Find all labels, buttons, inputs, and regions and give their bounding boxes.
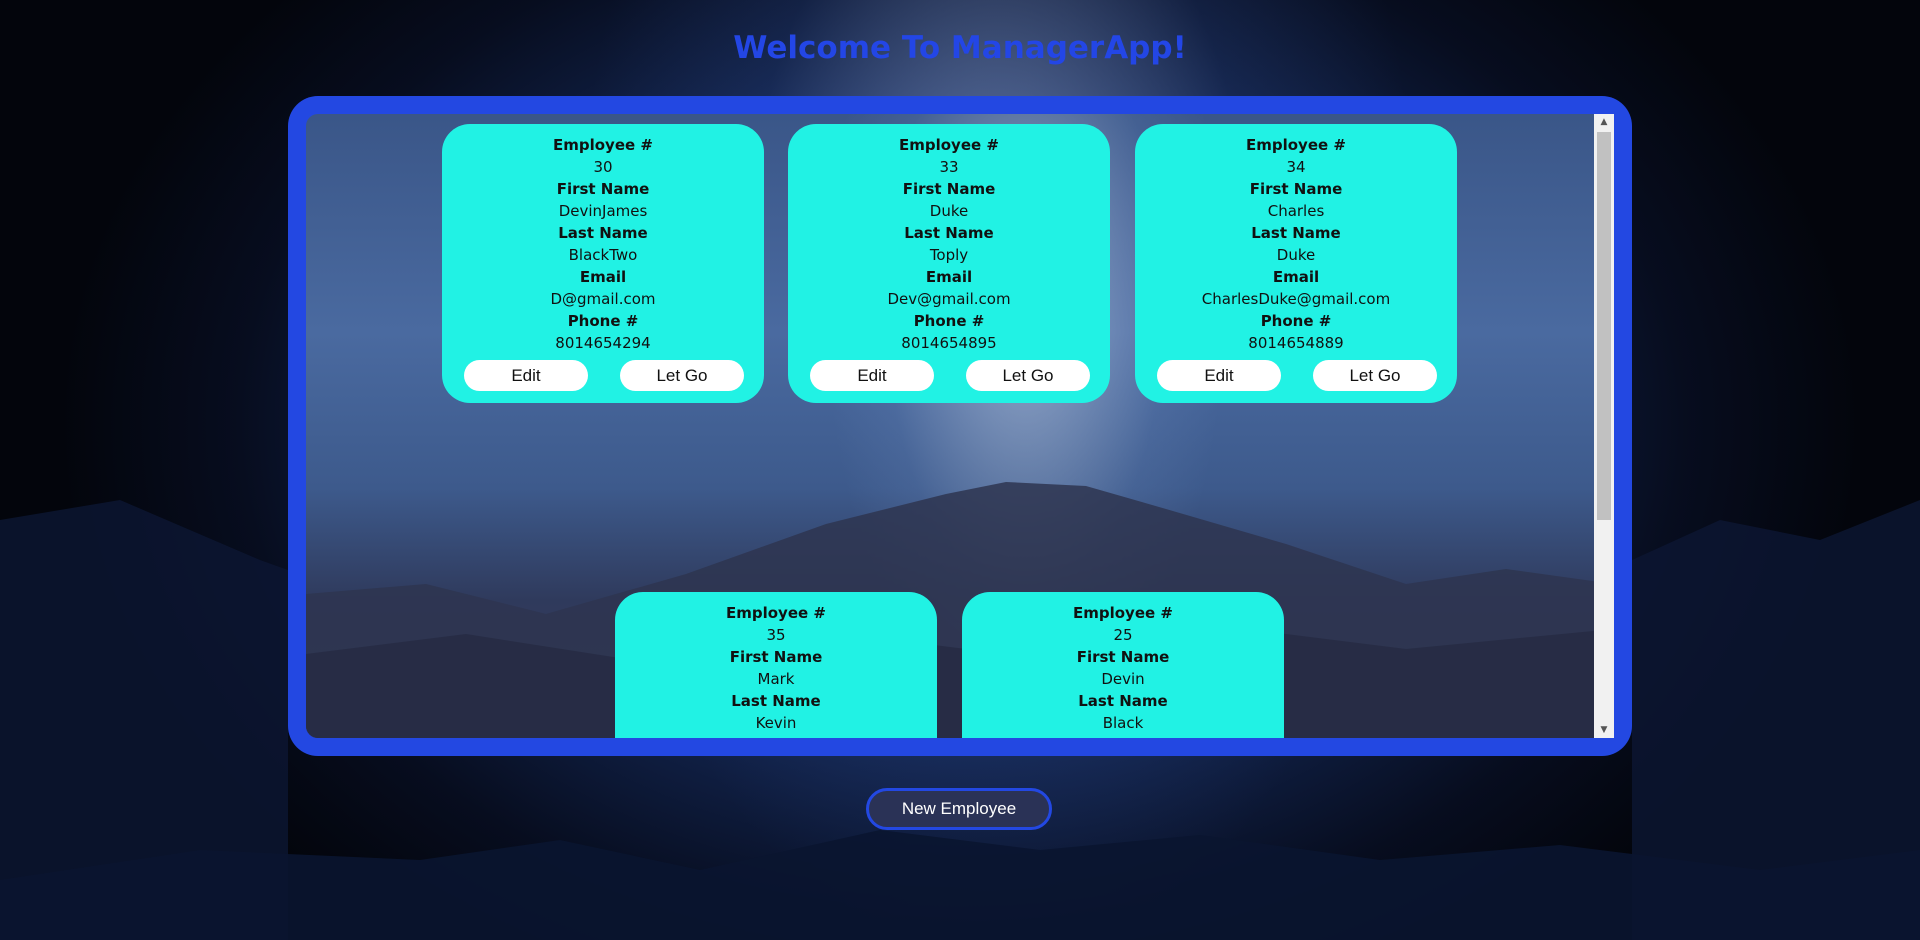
scrollbar[interactable]: ▲ ▼: [1594, 114, 1614, 738]
phone-value: 8014654895: [901, 334, 997, 352]
scrollbar-thumb[interactable]: [1597, 132, 1611, 520]
email-label: Email: [579, 268, 627, 286]
last-name-value: Toply: [929, 246, 969, 264]
let-go-button[interactable]: Let Go: [966, 360, 1090, 391]
first-name-value: Charles: [1267, 202, 1325, 220]
employee-card: Employee # 35 First Name Mark Last Name …: [615, 592, 937, 738]
employee-card: Employee # 34 First Name Charles Last Na…: [1135, 124, 1457, 403]
employee-number-value: 35: [766, 626, 786, 644]
phone-label: Phone #: [567, 312, 639, 330]
employee-card: Employee # 30 First Name DevinJames Last…: [442, 124, 764, 403]
employee-number-label: Employee #: [1073, 604, 1173, 622]
edit-button[interactable]: Edit: [1157, 360, 1281, 391]
employee-card: Employee # 33 First Name Duke Last Name …: [788, 124, 1110, 403]
let-go-button[interactable]: Let Go: [620, 360, 744, 391]
edit-button[interactable]: Edit: [464, 360, 588, 391]
email-value: D@gmail.com: [550, 290, 656, 308]
first-name-value: Devin: [1101, 670, 1145, 688]
phone-value: 8014654889: [1248, 334, 1344, 352]
employee-number-label: Employee #: [726, 604, 826, 622]
last-name-value: Duke: [1276, 246, 1316, 264]
edit-button[interactable]: Edit: [810, 360, 934, 391]
employee-number-value: 34: [1286, 158, 1306, 176]
last-name-label: Last Name: [1078, 692, 1168, 710]
last-name-label: Last Name: [904, 224, 994, 242]
first-name-label: First Name: [1076, 648, 1170, 666]
employee-number-label: Employee #: [899, 136, 999, 154]
employee-number-value: 33: [939, 158, 959, 176]
scroll-down-icon[interactable]: ▼: [1594, 722, 1614, 738]
phone-label: Phone #: [1260, 312, 1332, 330]
email-label: Email: [1272, 268, 1320, 286]
employee-list-frame: Employee # 30 First Name DevinJames Last…: [288, 96, 1632, 756]
phone-value: 8014654294: [555, 334, 651, 352]
employee-number-value: 25: [1113, 626, 1133, 644]
page-title: Welcome To ManagerApp!: [733, 30, 1187, 66]
email-label: Email: [925, 268, 973, 286]
first-name-label: First Name: [729, 648, 823, 666]
employee-number-value: 30: [593, 158, 613, 176]
employee-number-label: Employee #: [553, 136, 653, 154]
employee-card: Employee # 25 First Name Devin Last Name…: [962, 592, 1284, 738]
scroll-up-icon[interactable]: ▲: [1594, 114, 1614, 130]
email-value: Dev@gmail.com: [887, 290, 1011, 308]
phone-label: Phone #: [913, 312, 985, 330]
last-name-label: Last Name: [1251, 224, 1341, 242]
let-go-button[interactable]: Let Go: [1313, 360, 1437, 391]
new-employee-button[interactable]: New Employee: [866, 788, 1052, 830]
first-name-label: First Name: [902, 180, 996, 198]
email-value: CharlesDuke@gmail.com: [1201, 290, 1391, 308]
first-name-label: First Name: [1249, 180, 1343, 198]
first-name-value: Duke: [929, 202, 969, 220]
first-name-value: Mark: [757, 670, 795, 688]
employee-list-viewport[interactable]: Employee # 30 First Name DevinJames Last…: [306, 114, 1614, 738]
last-name-label: Last Name: [731, 692, 821, 710]
last-name-value: BlackTwo: [568, 246, 638, 264]
first-name-label: First Name: [556, 180, 650, 198]
first-name-value: DevinJames: [558, 202, 648, 220]
employee-number-label: Employee #: [1246, 136, 1346, 154]
last-name-label: Last Name: [558, 224, 648, 242]
last-name-value: Kevin: [755, 714, 797, 732]
last-name-value: Black: [1102, 714, 1144, 732]
